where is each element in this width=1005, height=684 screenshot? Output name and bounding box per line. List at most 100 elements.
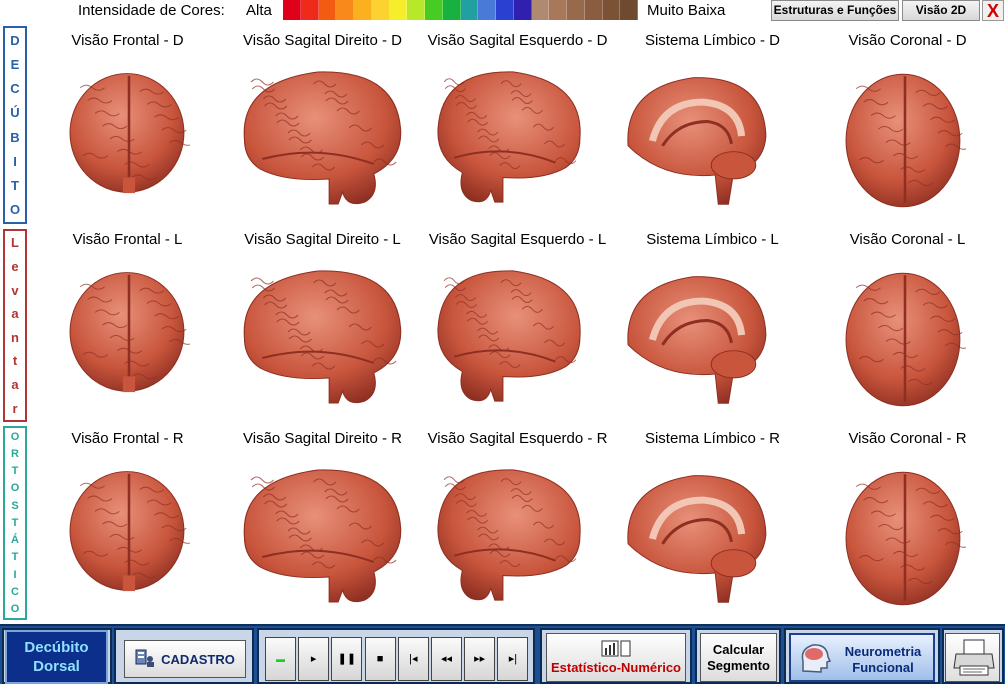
cadastro-icon	[135, 648, 155, 671]
color-swatch	[513, 0, 532, 20]
limbic-system-view[interactable]: Sistema Límbico - R	[615, 422, 810, 622]
brain-render	[68, 466, 190, 604]
color-intensity-label: Intensidade de Cores:	[78, 2, 225, 19]
brain-render	[844, 466, 966, 611]
position-line1: Decúbito	[24, 639, 89, 656]
forward-button[interactable]: ▸▸	[464, 637, 496, 681]
color-swatch	[602, 0, 621, 20]
brain-render	[240, 263, 405, 411]
side-letter: v	[11, 282, 19, 298]
coronal-view[interactable]: Visão Coronal - D	[810, 24, 1005, 224]
color-swatch	[407, 0, 425, 20]
color-swatch	[389, 0, 408, 20]
color-swatch	[300, 0, 319, 20]
first-icon: |◂	[409, 653, 418, 665]
view-title: Visão Frontal - R	[71, 430, 184, 447]
side-letter: I	[13, 568, 17, 581]
last-button[interactable]: ▸|	[497, 637, 529, 681]
frontal-view[interactable]: Visão Frontal - R	[30, 422, 225, 622]
printer-icon	[952, 638, 996, 681]
calculate-label-line1: Calcular	[712, 642, 765, 657]
side-letter: T	[11, 178, 19, 194]
rewind-button[interactable]: ◂◂	[431, 637, 462, 681]
brain-render	[622, 466, 772, 610]
view-title: Visão Coronal - L	[849, 231, 966, 248]
left-sagittal-view[interactable]: Visão Sagital Esquerdo - R	[420, 422, 615, 622]
right-sagittal-view[interactable]: Visão Sagital Direito - D	[225, 24, 420, 224]
top-bar: Intensidade de Cores: Alta Muito Baixa E…	[0, 0, 1005, 22]
brain-render	[68, 68, 190, 206]
record-icon: ▬	[276, 654, 285, 664]
chart-icon	[547, 640, 685, 660]
side-letter: T	[11, 551, 19, 564]
color-swatch	[318, 0, 337, 20]
cadastro-button[interactable]: CADASTRO	[124, 640, 246, 678]
color-swatch	[549, 0, 567, 20]
legend-low-label: Muito Baixa	[647, 2, 726, 19]
color-swatch	[371, 0, 390, 20]
view-title: Sistema Límbico - R	[644, 430, 781, 447]
brain-render	[434, 263, 584, 409]
view-2d-button[interactable]: Visão 2D	[902, 0, 980, 21]
record-button[interactable]: ▬	[265, 637, 296, 681]
view-title: Sistema Límbico - D	[644, 32, 781, 49]
side-letter: O	[9, 202, 21, 218]
right-sagittal-view[interactable]: Visão Sagital Direito - R	[225, 422, 420, 622]
legend-high-label: Alta	[246, 2, 272, 19]
first-button[interactable]: |◂	[397, 637, 429, 681]
rewind-icon: ◂◂	[440, 653, 453, 665]
pause-icon: ❚❚	[337, 653, 357, 665]
neuro-label-line2: Funcional	[852, 660, 914, 675]
side-letter: e	[11, 258, 19, 274]
brain-render	[434, 64, 584, 210]
statistical-numeric-button[interactable]: Estatístico-Numérico	[546, 633, 686, 682]
print-button[interactable]	[945, 633, 1000, 682]
view-title: Visão Sagital Esquerdo - R	[427, 430, 608, 447]
forward-icon: ▸▸	[474, 653, 486, 665]
view-title: Visão Frontal - D	[71, 32, 184, 49]
color-swatch	[336, 0, 354, 20]
position-line2: Dorsal	[33, 658, 80, 675]
view-title: Visão Sagital Direito - L	[244, 231, 401, 248]
view-title: Visão Sagital Direito - R	[243, 430, 402, 447]
app-window: Intensidade de Cores: Alta Muito Baixa E…	[0, 0, 1005, 684]
coronal-view[interactable]: Visão Coronal - L	[810, 223, 1005, 423]
color-swatch	[354, 0, 372, 20]
pause-button[interactable]: ❚❚	[331, 637, 363, 681]
side-letter: T	[11, 465, 19, 478]
view-title: Visão Coronal - D	[848, 32, 967, 49]
left-sagittal-view[interactable]: Visão Sagital Esquerdo - D	[420, 24, 615, 224]
stop-button[interactable]: ■	[364, 637, 396, 681]
close-button[interactable]: X	[982, 0, 1004, 21]
coronal-view[interactable]: Visão Coronal - R	[810, 422, 1005, 622]
play-button[interactable]: ▸	[298, 637, 330, 681]
limbic-system-view[interactable]: Sistema Límbico - D	[615, 24, 810, 224]
brain-render	[844, 68, 966, 213]
color-swatch	[425, 0, 443, 20]
last-icon: ▸|	[508, 653, 518, 665]
side-letter: I	[13, 153, 17, 169]
color-swatch	[620, 0, 638, 20]
brain-head-icon	[797, 641, 832, 678]
statistical-numeric-label: Estatístico-Numérico	[550, 660, 682, 675]
neuro-label-line1: Neurometria	[844, 644, 922, 659]
view-title: Visão Sagital Direito - D	[243, 32, 402, 49]
color-swatch	[567, 0, 585, 20]
side-letter: n	[11, 329, 19, 345]
frontal-view[interactable]: Visão Frontal - L	[30, 223, 225, 423]
color-swatch	[283, 0, 301, 20]
side-letter: O	[10, 430, 20, 443]
side-letter: E	[10, 56, 20, 72]
functional-neurometry-button[interactable]: Neurometria Funcional	[789, 633, 935, 682]
color-swatch	[442, 0, 461, 20]
color-intensity-scale	[283, 0, 638, 20]
brain-render	[240, 462, 405, 610]
limbic-system-view[interactable]: Sistema Límbico - L	[615, 223, 810, 423]
side-letter: O	[10, 603, 20, 616]
right-sagittal-view[interactable]: Visão Sagital Direito - L	[225, 223, 420, 423]
side-letter: O	[10, 482, 20, 495]
calculate-segment-button[interactable]: Calcular Segmento	[700, 633, 777, 682]
frontal-view[interactable]: Visão Frontal - D	[30, 24, 225, 224]
structures-functions-button[interactable]: Estruturas e Funções	[771, 0, 899, 21]
left-sagittal-view[interactable]: Visão Sagital Esquerdo - L	[420, 223, 615, 423]
